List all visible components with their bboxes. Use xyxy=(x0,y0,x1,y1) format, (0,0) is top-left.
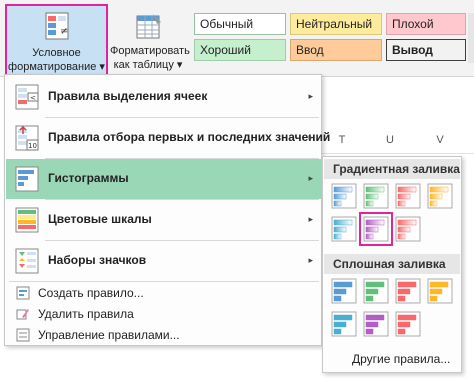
gradient-data-bar-option[interactable] xyxy=(427,183,453,209)
menu-item-label: Цветовые шкалы xyxy=(48,212,152,226)
cell-style-neutral[interactable]: Нейтральный xyxy=(290,13,382,35)
gradient-data-bar-option[interactable] xyxy=(395,216,421,242)
solid-data-bar-option[interactable] xyxy=(331,278,357,304)
grid-line xyxy=(320,153,474,154)
new-rule-label: Создать правило... xyxy=(38,286,144,300)
data-bar-icon xyxy=(331,183,357,209)
menu-item-label: Правила отбора первых и последних значен… xyxy=(48,130,331,144)
data-bar-icon xyxy=(363,311,389,337)
cell-style-input[interactable]: Ввод xyxy=(290,39,382,61)
data-bar-icon xyxy=(395,216,421,242)
menu-item-highlight-rules[interactable]: < Правила выделения ячеек ▸ xyxy=(6,77,321,117)
menu-item-label: Гистограммы xyxy=(48,171,129,185)
submenu-arrow-icon: ▸ xyxy=(308,255,313,265)
clear-rules-label: Удалить правила xyxy=(38,307,134,321)
gradient-data-bar-option[interactable] xyxy=(331,183,357,209)
column-header-v[interactable]: V xyxy=(420,134,460,152)
menu-item-new-rule[interactable]: Создать правило... xyxy=(6,283,321,303)
gradient-fill-heading: Градиентная заливка xyxy=(324,159,460,179)
column-header-u[interactable]: U xyxy=(370,134,410,152)
data-bar-icon xyxy=(363,183,389,209)
cell-style-normal[interactable]: Обычный xyxy=(194,13,286,35)
conditional-formatting-menu: < Правила выделения ячеек ▸ 10 Правила о… xyxy=(4,74,330,346)
data-bar-icon xyxy=(395,311,421,337)
menu-item-color-scales[interactable]: Цветовые шкалы ▸ xyxy=(6,200,321,240)
submenu-arrow-icon: ▸ xyxy=(308,173,313,183)
menu-separator xyxy=(9,281,319,282)
ribbon: ≠ Условное форматирование ▾ Форматироват… xyxy=(0,0,474,77)
solid-data-bar-option[interactable] xyxy=(395,311,421,337)
cell-style-output[interactable]: Вывод xyxy=(386,39,466,61)
manage-rules-label: Управление правилами... xyxy=(38,328,180,342)
format-as-table-label-2: как таблицу ▾ xyxy=(113,59,183,71)
manage-rules-icon xyxy=(16,328,30,342)
data-bar-icon xyxy=(395,183,421,209)
svg-text:10: 10 xyxy=(28,142,37,150)
submenu-arrow-icon: ▸ xyxy=(308,214,313,224)
menu-item-top-bottom-rules[interactable]: 10 Правила отбора первых и последних зна… xyxy=(6,118,330,158)
conditional-formatting-button[interactable]: ≠ Условное форматирование ▾ xyxy=(5,4,108,76)
svg-text:<: < xyxy=(30,94,36,102)
menu-item-label: Наборы значков xyxy=(48,253,147,267)
format-as-table-button[interactable]: Форматировать как таблицу ▾ xyxy=(110,4,190,76)
gallery-scroll[interactable] xyxy=(468,13,474,63)
solid-data-bar-option[interactable] xyxy=(395,278,421,304)
solid-fill-heading: Сплошная заливка xyxy=(324,254,460,274)
data-bar-icon xyxy=(331,278,357,304)
top-bottom-rules-icon: 10 xyxy=(15,125,39,151)
data-bar-icon xyxy=(331,311,357,337)
conditional-formatting-label-2: форматирование ▾ xyxy=(8,61,105,73)
icon-sets-icon xyxy=(15,248,39,274)
more-rules-button[interactable]: Другие правила... xyxy=(324,347,460,371)
solid-data-bar-option[interactable] xyxy=(363,278,389,304)
submenu-arrow-icon: ▸ xyxy=(308,132,313,142)
highlight-rules-icon: < xyxy=(15,84,39,110)
data-bar-icon xyxy=(363,216,389,242)
new-rule-icon xyxy=(16,286,30,300)
menu-item-icon-sets[interactable]: Наборы значков ▸ xyxy=(6,241,321,281)
gradient-data-bar-option[interactable] xyxy=(363,183,389,209)
menu-item-label: Правила выделения ячеек xyxy=(48,89,208,103)
menu-item-clear-rules[interactable]: Удалить правила xyxy=(6,304,321,324)
cell-style-good[interactable]: Хороший xyxy=(194,39,286,61)
solid-data-bar-option[interactable] xyxy=(331,311,357,337)
data-bars-icon xyxy=(15,166,39,192)
data-bar-icon xyxy=(331,216,357,242)
conditional-formatting-label-1: Условное xyxy=(32,47,81,59)
menu-item-data-bars[interactable]: Гистограммы ▸ xyxy=(6,159,321,199)
format-as-table-icon xyxy=(136,14,161,39)
data-bar-icon xyxy=(427,183,453,209)
data-bar-icon xyxy=(427,278,453,304)
data-bar-icon xyxy=(395,278,421,304)
more-rules-label: Другие правила... xyxy=(352,352,451,366)
submenu-arrow-icon: ▸ xyxy=(308,91,313,101)
conditional-formatting-icon: ≠ xyxy=(45,12,69,40)
gradient-data-bar-option[interactable] xyxy=(331,216,357,242)
menu-item-manage-rules[interactable]: Управление правилами... xyxy=(6,325,321,345)
solid-data-bar-option[interactable] xyxy=(427,278,453,304)
solid-data-bar-option[interactable] xyxy=(363,311,389,337)
cell-styles-gallery: Обычный Нейтральный Плохой Хороший Ввод … xyxy=(190,13,474,63)
gradient-data-bar-option[interactable] xyxy=(395,183,421,209)
data-bar-icon xyxy=(363,278,389,304)
cell-style-bad[interactable]: Плохой xyxy=(386,13,466,35)
data-bars-submenu: Градиентная заливка Сплошная заливка Дру… xyxy=(322,156,462,373)
gradient-data-bar-option[interactable] xyxy=(359,212,393,246)
svg-text:≠: ≠ xyxy=(60,26,68,37)
format-as-table-label-1: Форматировать xyxy=(110,45,190,57)
clear-rules-icon xyxy=(16,309,29,320)
color-scales-icon xyxy=(15,207,39,233)
